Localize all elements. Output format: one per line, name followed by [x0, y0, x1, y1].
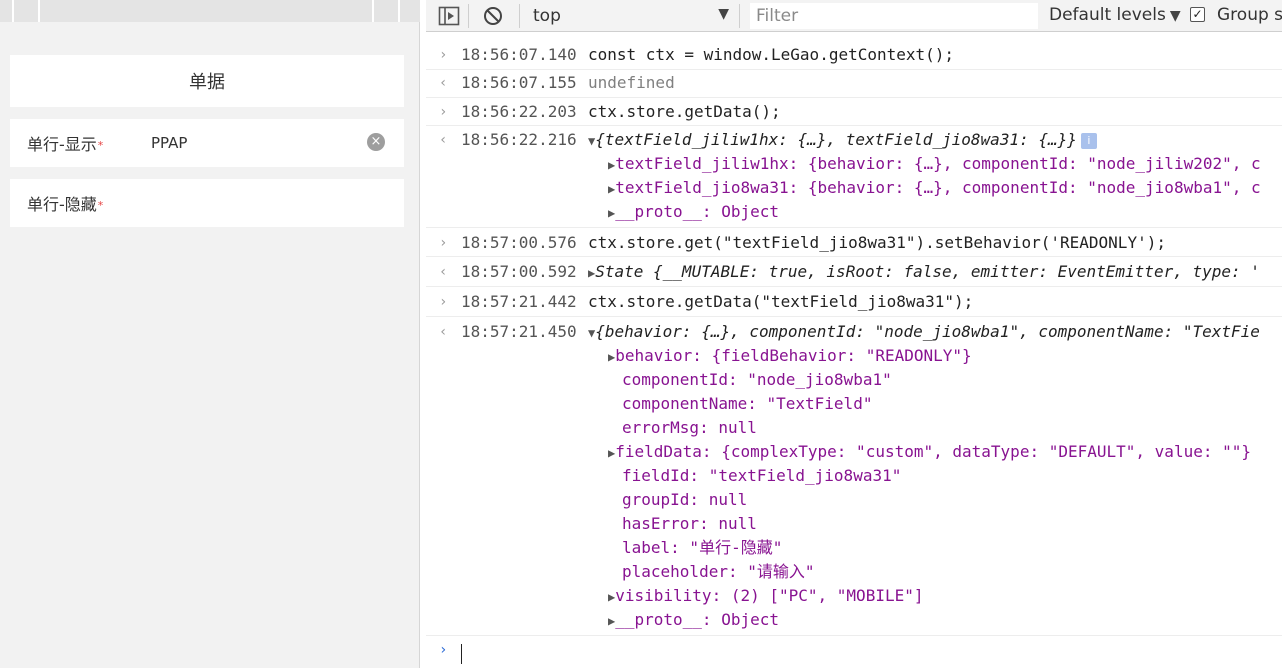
filter-input[interactable] [750, 3, 1038, 29]
input-chevron-icon: › [439, 235, 448, 251]
console-input-message: › 18:57:00.576 ctx.store.get("textField_… [426, 228, 1282, 257]
clear-console-icon[interactable] [482, 5, 504, 27]
top-bar-divider [12, 0, 14, 22]
timestamp: 18:56:07.155 [461, 73, 577, 92]
object-property[interactable]: ▶behavior: {fieldBehavior: "READONLY"} [608, 344, 972, 368]
preview-top-bar [0, 0, 420, 22]
log-levels-label: Default levels [1049, 5, 1166, 25]
timestamp: 18:57:00.576 [461, 233, 577, 252]
form-preview-panel: 单据 单行-显示 * PPAP × 单行-隐藏 * [0, 0, 420, 668]
console-code: ctx.store.getData(); [588, 102, 781, 121]
timestamp: 18:57:21.450 [461, 322, 577, 341]
field-value[interactable]: PPAP [151, 134, 187, 152]
form-title: 单据 [10, 55, 404, 107]
form-row-hidden[interactable]: 单行-隐藏 * [10, 179, 404, 227]
field-label: 单行-隐藏 [27, 195, 97, 214]
property-text: fieldData: {complexType: "custom", dataT… [615, 442, 1251, 461]
log-levels-select[interactable]: Default levels ▼ [1049, 5, 1181, 25]
toolbar-separator [739, 4, 740, 28]
property-text: __proto__: Object [615, 202, 779, 221]
object-property: errorMsg: null [622, 418, 757, 437]
object-property[interactable]: ▶fieldData: {complexType: "custom", data… [608, 440, 1251, 464]
console-output-message: ‹ 18:57:21.450 ▼{behavior: {…}, componen… [426, 317, 1282, 635]
property-text: behavior: {fieldBehavior: "READONLY"} [615, 346, 972, 365]
context-value: top [533, 6, 561, 26]
clear-icon[interactable]: × [367, 133, 385, 151]
property-text: __proto__: Object [615, 610, 779, 629]
object-property[interactable]: ▶textField_jio8wa31: {behavior: {…}, com… [608, 176, 1261, 200]
required-mark: * [97, 138, 104, 152]
input-chevron-icon: › [439, 104, 448, 120]
object-property[interactable]: ▶__proto__: Object [608, 608, 779, 632]
console-code: ctx.store.get("textField_jio8wa31").setB… [588, 233, 1166, 252]
object-property: componentName: "TextField" [622, 394, 873, 413]
top-bar-divider [38, 0, 40, 22]
required-mark: * [97, 198, 104, 212]
object-property[interactable]: ▶__proto__: Object [608, 200, 779, 224]
input-chevron-icon: › [439, 47, 448, 63]
console-code: ctx.store.getData("textField_jio8wa31"); [588, 292, 974, 311]
console-output-message: ‹ 18:57:00.592 ▶State {__MUTABLE: true, … [426, 257, 1282, 287]
top-bar-divider [372, 0, 374, 22]
timestamp: 18:56:22.216 [461, 130, 577, 149]
object-summary[interactable]: ▼{behavior: {…}, componentId: "node_jio8… [588, 320, 1260, 344]
show-sidebar-icon[interactable] [438, 5, 460, 27]
console-input-message: › 18:57:21.442 ctx.store.getData("textFi… [426, 287, 1282, 317]
object-property: fieldId: "textField_jio8wa31" [622, 466, 902, 485]
chevron-down-icon: ▼ [1169, 8, 1181, 24]
console-input-message: › 18:56:07.140 const ctx = window.LeGao.… [426, 40, 1282, 70]
toolbar-separator [468, 4, 469, 28]
property-text: visibility: (2) ["PC", "MOBILE"] [615, 586, 924, 605]
timestamp: 18:56:07.140 [461, 45, 577, 64]
output-chevron-icon: ‹ [439, 132, 448, 148]
timestamp: 18:56:22.203 [461, 102, 577, 121]
object-property: componentId: "node_jio8wba1" [622, 370, 892, 389]
object-summary-text: {behavior: {…}, componentId: "node_jio8w… [595, 322, 1260, 341]
chevron-down-icon: ▼ [718, 6, 729, 22]
object-property: groupId: null [622, 490, 748, 509]
object-summary-text: {textField_jiliw1hx: {…}, textField_jio8… [595, 130, 1077, 149]
group-similar-label: Group si [1217, 5, 1282, 25]
object-property[interactable]: ▶visibility: (2) ["PC", "MOBILE"] [608, 584, 923, 608]
toolbar-separator [519, 4, 520, 28]
console-result: undefined [588, 73, 675, 92]
prompt-chevron-icon: › [439, 642, 448, 658]
form-row-visible[interactable]: 单行-显示 * PPAP × [10, 119, 404, 167]
console-code: const ctx = window.LeGao.getContext(); [588, 45, 955, 64]
console-toolbar: top ▼ Default levels▼ ✓ Group si [426, 0, 1282, 32]
object-property: label: "单行-隐藏" [622, 538, 783, 557]
console-log: › 18:56:07.140 const ctx = window.LeGao.… [426, 32, 1282, 668]
object-property: placeholder: "请输入" [622, 562, 815, 581]
group-similar-checkbox[interactable]: ✓ [1190, 7, 1205, 22]
info-icon[interactable]: i [1080, 132, 1097, 149]
output-chevron-icon: ‹ [439, 75, 448, 91]
text-caret [461, 644, 462, 664]
devtools-console-panel: top ▼ Default levels▼ ✓ Group si › 18:56… [426, 0, 1282, 668]
output-chevron-icon: ‹ [439, 264, 448, 280]
input-chevron-icon: › [439, 294, 448, 310]
object-summary[interactable]: ▶State {__MUTABLE: true, isRoot: false, … [588, 260, 1260, 284]
property-text: textField_jio8wa31: {behavior: {…}, comp… [615, 178, 1261, 197]
object-summary-text: State {__MUTABLE: true, isRoot: false, e… [595, 262, 1260, 281]
object-property[interactable]: ▶textField_jiliw1hx: {behavior: {…}, com… [608, 152, 1261, 176]
console-output-message: ‹ 18:56:22.216 ▼{textField_jiliw1hx: {…}… [426, 126, 1282, 228]
output-chevron-icon: ‹ [439, 324, 448, 340]
top-bar-divider [398, 0, 400, 22]
object-summary[interactable]: ▼{textField_jiliw1hx: {…}, textField_jio… [588, 128, 1097, 152]
timestamp: 18:57:21.442 [461, 292, 577, 311]
object-property: hasError: null [622, 514, 757, 533]
console-input-message: › 18:56:22.203 ctx.store.getData(); [426, 98, 1282, 126]
context-select[interactable]: top ▼ [533, 5, 729, 27]
timestamp: 18:57:00.592 [461, 262, 577, 281]
console-prompt[interactable]: › [426, 635, 1282, 668]
property-text: textField_jiliw1hx: {behavior: {…}, comp… [615, 154, 1261, 173]
console-output-message: ‹ 18:56:07.155 undefined [426, 70, 1282, 98]
field-label: 单行-显示 [27, 135, 97, 154]
